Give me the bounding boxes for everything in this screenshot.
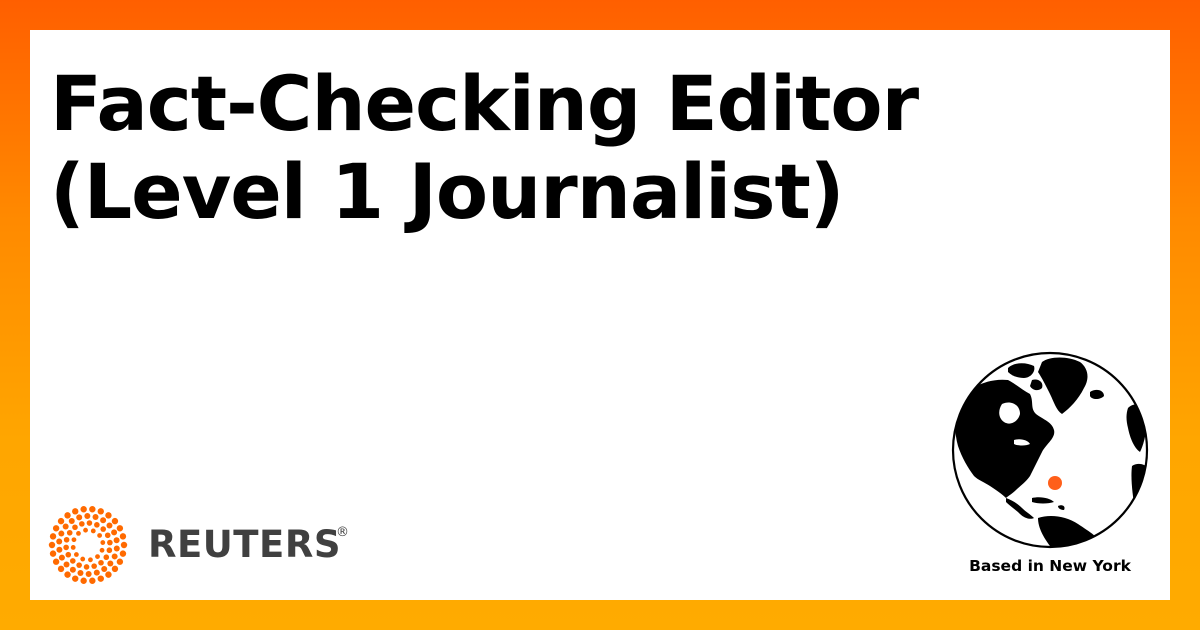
registered-mark: ® xyxy=(336,525,349,540)
brand-wordmark: REUTERS xyxy=(148,523,341,566)
banner: Fact-Checking Editor (Level 1 Journalist… xyxy=(0,0,1200,630)
job-title: Fact-Checking Editor (Level 1 Journalist… xyxy=(50,60,1050,236)
job-title-line-2: (Level 1 Journalist) xyxy=(50,147,845,236)
location-label: Based in New York xyxy=(969,557,1131,575)
content-card: Fact-Checking Editor (Level 1 Journalist… xyxy=(30,30,1170,600)
reuters-dot-ring-icon xyxy=(48,506,128,584)
reuters-logo: REUTERS ® xyxy=(48,505,378,585)
globe-icon xyxy=(951,351,1149,549)
location-marker-icon xyxy=(1048,476,1062,490)
job-title-line-1: Fact-Checking Editor xyxy=(50,59,919,148)
